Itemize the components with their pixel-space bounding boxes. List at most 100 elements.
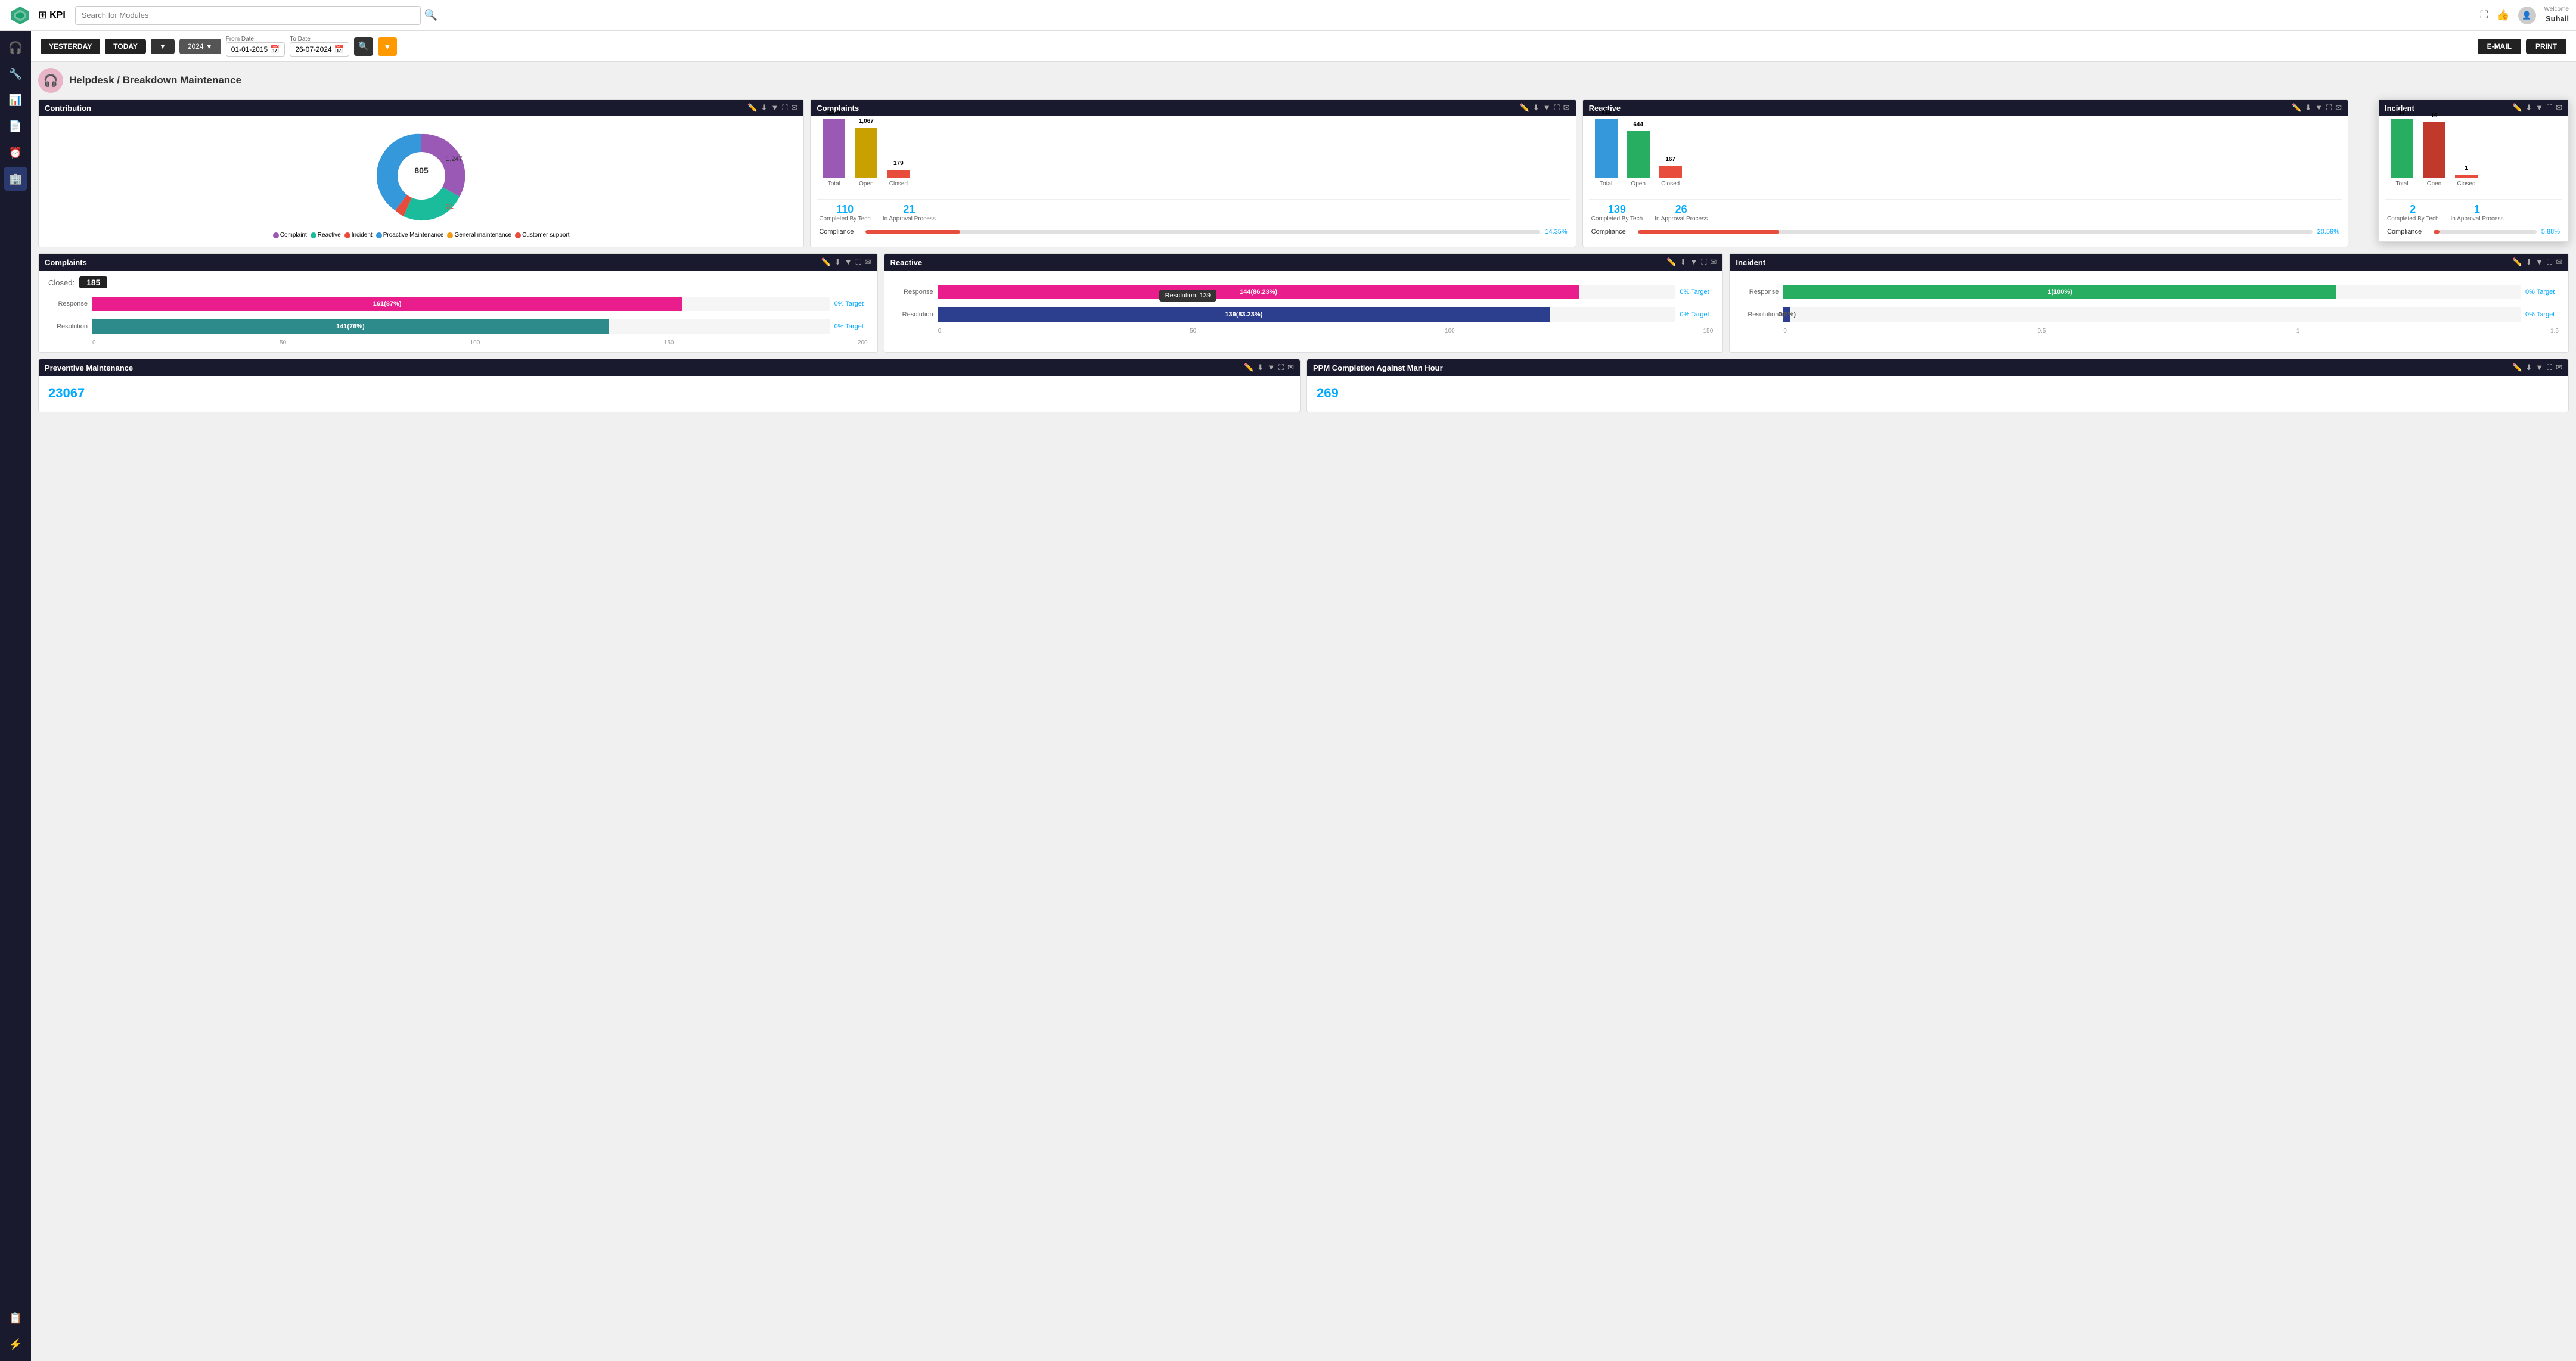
expand-icon[interactable]: ⛶ bbox=[782, 103, 787, 113]
filter-cd[interactable]: ▼ bbox=[845, 257, 852, 267]
sidebar-item-reports[interactable]: 📊 bbox=[4, 88, 27, 112]
like-icon[interactable]: 👍 bbox=[2496, 9, 2509, 21]
sidebar-item-documents[interactable]: 📄 bbox=[4, 114, 27, 138]
from-date-value: 01-01-2015 bbox=[231, 45, 268, 54]
sidebar-item-maintenance[interactable]: 🔧 bbox=[4, 62, 27, 86]
incident-panel-actions: ✏️ ⬇ ▼ ⛶ ✉ bbox=[2512, 103, 2562, 113]
resolution-label-id: Resolution bbox=[1739, 311, 1779, 318]
contribution-header: Contribution ✏️ ⬇ ▼ ⛶ ✉ bbox=[39, 100, 803, 116]
resolution-target-cd: 0% Target bbox=[834, 323, 868, 330]
incident-detail-widget: Incident ✏️ ⬇ ▼ ⛶ ✉ Response bbox=[1729, 253, 2569, 353]
filter-icon[interactable]: ▼ bbox=[771, 103, 778, 113]
download-icon-r[interactable]: ⬇ bbox=[2305, 103, 2311, 113]
expand-cd[interactable]: ⛶ bbox=[856, 257, 861, 267]
reactive-header: Reactive ✏️ ⬇ ▼ ⛶ ✉ bbox=[1583, 100, 2348, 116]
download-rd[interactable]: ⬇ bbox=[1680, 257, 1687, 267]
fullscreen-icon[interactable]: ⛶ bbox=[2480, 9, 2488, 21]
svg-text:1,247: 1,247 bbox=[446, 156, 463, 163]
reactive-approval: 26 bbox=[1655, 203, 1708, 216]
complaints-detail-widget: Complaints ✏️ ⬇ ▼ ⛶ ✉ Closed: 185 bbox=[38, 253, 878, 353]
edit-rd[interactable]: ✏️ bbox=[1666, 257, 1676, 267]
date-from-group: From Date 01-01-2015 📅 bbox=[226, 36, 285, 57]
mail-icon-i[interactable]: ✉ bbox=[2556, 103, 2562, 113]
incident-compliance-pct: 5.88% bbox=[2541, 228, 2560, 235]
filter-active-button[interactable]: ▼ bbox=[378, 37, 397, 56]
filter-icon-c[interactable]: ▼ bbox=[1543, 103, 1551, 113]
edit-icon-r[interactable]: ✏️ bbox=[2292, 103, 2301, 113]
calendar-from-icon[interactable]: 📅 bbox=[270, 45, 280, 54]
download-id[interactable]: ⬇ bbox=[2525, 257, 2532, 267]
search-button[interactable]: 🔍 bbox=[354, 37, 373, 56]
preventive-value: 23067 bbox=[48, 386, 1290, 401]
reactive-completed: 139 bbox=[1591, 203, 1643, 216]
sidebar: 🎧 🔧 📊 📄 ⏰ 🏢 📋 ⚡ bbox=[0, 31, 31, 1361]
today-button[interactable]: TODAY bbox=[105, 39, 146, 54]
sidebar-item-helpdesk[interactable]: 🎧 bbox=[4, 36, 27, 60]
download-icon-i[interactable]: ⬇ bbox=[2525, 103, 2532, 113]
complaints-detail-title: Complaints bbox=[45, 258, 87, 267]
year-button[interactable]: 2024 ▼ bbox=[179, 39, 221, 54]
edit-icon-i[interactable]: ✏️ bbox=[2512, 103, 2522, 113]
filter-icon-r[interactable]: ▼ bbox=[2315, 103, 2323, 113]
date-to-group: To Date 26-07-2024 📅 bbox=[290, 36, 349, 57]
search-icon[interactable]: 🔍 bbox=[424, 9, 437, 21]
contribution-title: Contribution bbox=[45, 104, 91, 113]
edit-id[interactable]: ✏️ bbox=[2512, 257, 2522, 267]
yesterday-button[interactable]: YESTERDAY bbox=[41, 39, 100, 54]
expand-icon-c[interactable]: ⛶ bbox=[1554, 103, 1560, 113]
download-cd[interactable]: ⬇ bbox=[834, 257, 841, 267]
search-input[interactable] bbox=[75, 6, 421, 25]
calendar-to-icon[interactable]: 📅 bbox=[334, 45, 344, 54]
reactive-detail-title: Reactive bbox=[890, 258, 922, 267]
reactive-detail-header: Reactive ✏️ ⬇ ▼ ⛶ ✉ bbox=[884, 254, 1723, 271]
download-icon[interactable]: ⬇ bbox=[761, 103, 768, 113]
reactive-detail-body: Response 144(86.23%) 0% Target Resolutio… bbox=[884, 271, 1723, 340]
download-icon-c[interactable]: ⬇ bbox=[1533, 103, 1540, 113]
dropdown-button[interactable]: ▼ bbox=[151, 39, 175, 54]
incident-detail-body: Response 1(100%) 0% Target Resolution bbox=[1730, 271, 2568, 340]
mail-cd[interactable]: ✉ bbox=[865, 257, 871, 267]
edit-icon[interactable]: ✏️ bbox=[747, 103, 757, 113]
resolution-target-id: 0% Target bbox=[2525, 311, 2559, 318]
ppm-actions: ✏️ ⬇ ▼ ⛶ ✉ bbox=[2512, 363, 2562, 372]
edit-cd[interactable]: ✏️ bbox=[821, 257, 831, 267]
resolution-pct-cd: 141(76%) bbox=[336, 323, 365, 330]
mail-id[interactable]: ✉ bbox=[2556, 257, 2562, 267]
from-date-label: From Date bbox=[226, 36, 285, 42]
response-pct-id: 1(100%) bbox=[2047, 288, 2072, 296]
print-button[interactable]: PRINT bbox=[2526, 39, 2566, 54]
mail-icon-r[interactable]: ✉ bbox=[2335, 103, 2342, 113]
second-row: Complaints ✏️ ⬇ ▼ ⛶ ✉ Closed: 185 bbox=[38, 253, 2569, 353]
response-label-cd: Response bbox=[48, 300, 88, 307]
to-date-label: To Date bbox=[290, 36, 349, 42]
expand-icon-i[interactable]: ⛶ bbox=[2547, 103, 2552, 113]
ppm-title: PPM Completion Against Man Hour bbox=[1313, 363, 1443, 372]
expand-icon-r[interactable]: ⛶ bbox=[2326, 103, 2332, 113]
preventive-widget: Preventive Maintenance ✏️ ⬇ ▼ ⛶ ✉ 23067 bbox=[38, 359, 1301, 412]
resolution-label-rd: Resolution bbox=[894, 311, 933, 318]
ppm-value: 269 bbox=[1317, 386, 2559, 401]
filter-id[interactable]: ▼ bbox=[2535, 257, 2543, 267]
module-icon: 🎧 bbox=[38, 68, 63, 93]
incident-approval: 1 bbox=[2451, 203, 2504, 216]
mail-icon[interactable]: ✉ bbox=[791, 103, 797, 113]
pie-legend: Complaint Reactive Incident Proactive Ma… bbox=[268, 229, 575, 241]
email-button[interactable]: E-MAIL bbox=[2478, 39, 2521, 54]
logo bbox=[7, 2, 33, 29]
complaints-widget: Complaints ✏️ ⬇ ▼ ⛶ ✉ 1,247 bbox=[810, 99, 1576, 247]
edit-icon-c[interactable]: ✏️ bbox=[1520, 103, 1529, 113]
sidebar-item-extra1[interactable]: 📋 bbox=[4, 1306, 27, 1330]
expand-id[interactable]: ⛶ bbox=[2547, 257, 2552, 267]
mail-rd[interactable]: ✉ bbox=[1710, 257, 1717, 267]
filter-rd[interactable]: ▼ bbox=[1690, 257, 1697, 267]
incident-detail-header: Incident ✏️ ⬇ ▼ ⛶ ✉ bbox=[1730, 254, 2568, 271]
sidebar-item-extra2[interactable]: ⚡ bbox=[4, 1332, 27, 1356]
filter-icon-i[interactable]: ▼ bbox=[2535, 103, 2543, 113]
incident-panel-body: 17 Total 16 Open 1 Closed bbox=[2379, 116, 2568, 241]
sidebar-item-schedule[interactable]: ⏰ bbox=[4, 141, 27, 164]
sidebar-item-dashboard[interactable]: 🏢 bbox=[4, 167, 27, 191]
mail-icon-c[interactable]: ✉ bbox=[1563, 103, 1570, 113]
response-label-rd: Response bbox=[894, 288, 933, 296]
avatar: 👤 bbox=[2518, 7, 2536, 24]
expand-rd[interactable]: ⛶ bbox=[1701, 257, 1706, 267]
